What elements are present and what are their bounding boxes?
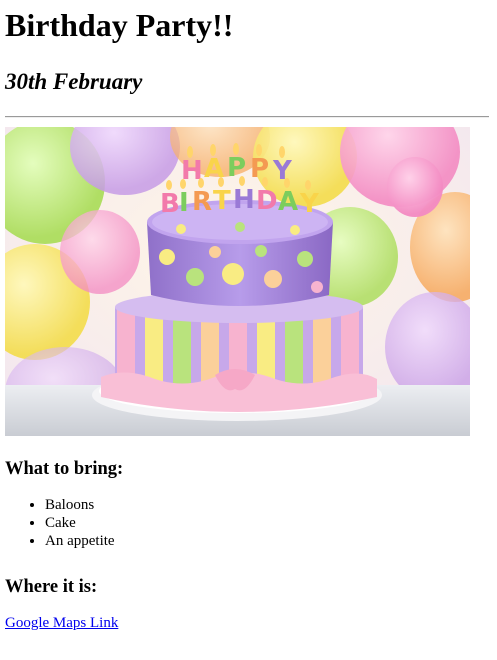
event-date: 30th February xyxy=(5,69,143,94)
bring-heading: What to bring: xyxy=(5,459,124,479)
location-paragraph: Google Maps Link xyxy=(5,614,492,632)
svg-text:I: I xyxy=(179,188,189,218)
svg-text:A: A xyxy=(278,187,298,217)
svg-text:B: B xyxy=(160,189,180,219)
list-item: Cake xyxy=(45,514,492,532)
svg-text:T: T xyxy=(213,186,231,216)
svg-text:Y: Y xyxy=(299,189,320,219)
birthday-cake-image: H A P P Y B I R T H D A Y xyxy=(5,127,470,436)
svg-text:R: R xyxy=(192,187,212,217)
list-item: An appetite xyxy=(45,532,492,550)
list-item: Baloons xyxy=(45,496,492,514)
page-content: Birthday Party!! 30th February H A P P Y… xyxy=(0,0,497,632)
location-heading: Where it is: xyxy=(5,577,98,597)
svg-text:D: D xyxy=(256,186,278,216)
svg-text:H: H xyxy=(233,185,255,215)
page-title: Birthday Party!! xyxy=(5,7,234,43)
divider xyxy=(5,116,489,118)
bring-list: Baloons Cake An appetite xyxy=(5,496,492,550)
google-maps-link[interactable]: Google Maps Link xyxy=(5,615,118,631)
